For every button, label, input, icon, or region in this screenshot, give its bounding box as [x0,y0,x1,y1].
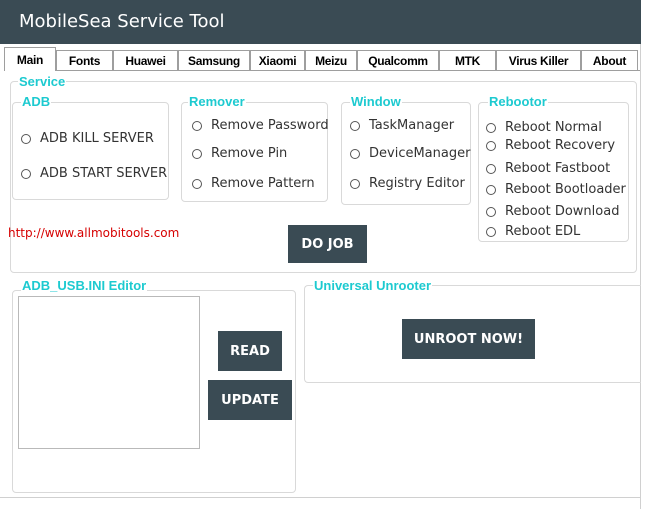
radio-circle [486,163,496,174]
bottom-border [0,497,641,498]
radio-reboot-bootloader[interactable]: Reboot Bootloader [486,182,626,197]
service-group-title: Service [18,74,67,89]
remover-group-title: Remover [188,94,246,109]
rebootor-group-title: Rebootor [488,94,548,109]
radio-circle [350,178,360,189]
radio-circle [192,178,202,189]
radio-device-manager[interactable]: DeviceManager [350,146,470,161]
radio-circle [21,168,31,179]
radio-adb-start-server[interactable]: ADB START SERVER [21,166,167,181]
radio-adb-kill-server[interactable]: ADB KILL SERVER [21,131,154,146]
tab-fonts[interactable]: Fonts [56,50,113,70]
radio-circle [192,120,202,131]
radio-circle [486,206,496,217]
tab-samsung[interactable]: Samsung [178,50,250,70]
radio-circle [192,148,202,159]
radio-reboot-normal[interactable]: Reboot Normal [486,120,602,135]
radio-reboot-download[interactable]: Reboot Download [486,204,619,219]
radio-registry-editor[interactable]: Registry Editor [350,176,465,191]
tab-mtk[interactable]: MTK [439,50,496,70]
radio-remove-pattern[interactable]: Remove Pattern [192,176,315,191]
universal-unrooter-title: Universal Unrooter [313,278,433,293]
radio-remove-password[interactable]: Remove Password [192,118,329,133]
window-edge [641,0,654,509]
tab-xiaomi[interactable]: Xiaomi [250,50,305,70]
update-button[interactable]: UPDATE [208,380,292,420]
radio-reboot-recovery[interactable]: Reboot Recovery [486,138,615,153]
radio-reboot-edl[interactable]: Reboot EDL [486,224,580,239]
radio-circle [350,148,360,159]
radio-remove-pin[interactable]: Remove Pin [192,146,287,161]
radio-circle [486,140,496,151]
title-bar: MobileSea Service Tool [0,0,641,44]
radio-circle [21,133,31,144]
website-link[interactable]: http://www.allmobitools.com [8,226,179,240]
radio-circle [486,184,496,195]
tab-strip-line [4,70,640,71]
adb-usb-editor-title: ADB_USB.INI Editor [21,278,148,293]
do-job-button[interactable]: DO JOB [288,225,367,263]
right-border [640,44,641,509]
adb-group [12,102,169,200]
adb-usb-textarea[interactable] [18,296,200,449]
tab-main[interactable]: Main [4,47,56,71]
tab-huawei[interactable]: Huawei [113,50,178,70]
window-title: MobileSea Service Tool [19,11,225,32]
window-group-title: Window [350,94,402,109]
read-button[interactable]: READ [218,331,282,371]
radio-reboot-fastboot[interactable]: Reboot Fastboot [486,161,610,176]
unroot-now-button[interactable]: UNROOT NOW! [402,319,535,359]
tab-about[interactable]: About [581,50,638,70]
radio-task-manager[interactable]: TaskManager [350,118,454,133]
tab-meizu[interactable]: Meizu [305,50,357,70]
radio-circle [486,122,496,133]
tab-qualcomm[interactable]: Qualcomm [357,50,439,70]
tab-virus-killer[interactable]: Virus Killer [496,50,581,70]
adb-group-title: ADB [21,94,52,109]
radio-circle [486,226,496,237]
radio-circle [350,120,360,131]
